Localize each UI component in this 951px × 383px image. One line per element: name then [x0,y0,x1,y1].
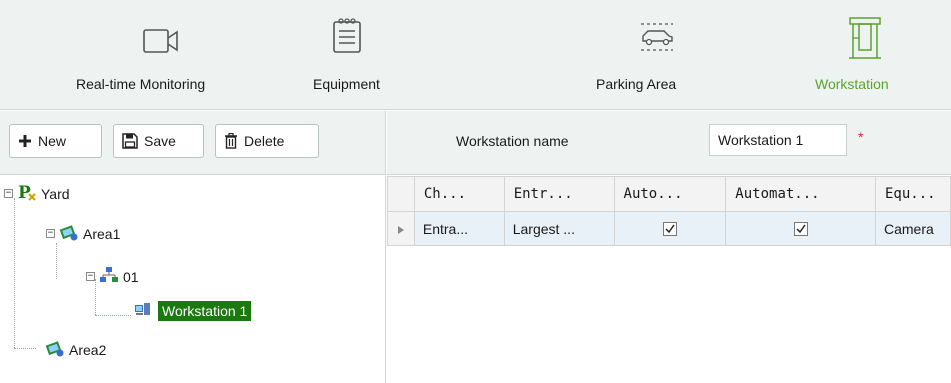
tree-node-label: Area1 [83,225,121,242]
trash-icon [224,133,238,149]
checkbox-checked[interactable] [793,221,808,236]
area-icon [59,222,79,245]
tree-actions-bar: New Save Delete [0,111,386,175]
row-header-corner [387,176,415,212]
required-marker: * [858,129,864,145]
tree-node-label: 01 [123,268,139,285]
column-header[interactable]: Equ... [875,176,951,212]
tree-node-01[interactable]: − 01 [86,265,139,288]
checkmark-icon [665,224,675,233]
table-cell[interactable]: Camera [875,211,951,246]
column-header[interactable]: Ch... [413,176,505,212]
delete-button[interactable]: Delete [215,124,319,158]
computer-icon [134,299,154,322]
table-cell[interactable]: Largest ... [503,211,615,246]
tab-real-time-monitoring[interactable]: Real-time Monitoring [66,0,256,110]
location-tree: − P Yard − Area1 − 01 Workstation 1 Area… [0,176,386,383]
collapse-toggle[interactable]: − [46,229,55,238]
column-header[interactable]: Entr... [503,176,615,212]
collapse-toggle[interactable]: − [4,189,13,198]
tab-workstation[interactable]: Workstation [805,0,925,110]
workstation-booth-icon [847,16,883,63]
column-header[interactable]: Auto... [613,176,727,212]
column-header[interactable]: Automat... [725,176,876,212]
tree-node-yard[interactable]: − P Yard [4,182,70,205]
tab-label: Equipment [313,76,380,92]
tree-node-label-selected: Workstation 1 [158,300,252,321]
tab-label: Real-time Monitoring [76,76,206,92]
area-icon [45,338,65,361]
collapse-toggle[interactable]: − [86,272,95,281]
tab-equipment[interactable]: Equipment [300,0,410,110]
table-cell-checkbox[interactable] [725,211,876,246]
tree-node-area2[interactable]: Area2 [36,338,106,361]
network-icon [99,265,119,288]
plus-icon [18,134,32,148]
channel-grid: Ch... Entr... Auto... Automat... Equ... … [387,176,951,383]
delete-button-label: Delete [244,133,285,149]
floppy-disk-icon [122,133,138,149]
tree-node-workstation-1[interactable]: Workstation 1 [134,299,252,322]
table-row[interactable]: Entra... Largest ... Camera [387,211,951,246]
yard-icon: P [17,182,37,205]
video-camera-icon [142,27,180,58]
tree-node-label: Area2 [69,341,107,358]
workstation-name-label: Workstation name [456,133,569,149]
workstation-form: Workstation name * [387,111,951,175]
tab-label: Parking Area [596,76,677,92]
save-button[interactable]: Save [113,124,204,158]
table-cell[interactable]: Entra... [413,211,505,246]
tree-node-label: Yard [41,185,70,202]
checkbox-checked[interactable] [662,221,677,236]
save-button-label: Save [144,133,176,149]
grid-header-row: Ch... Entr... Auto... Automat... Equ... [387,176,951,212]
table-cell-checkbox[interactable] [613,211,727,246]
tree-node-area1[interactable]: − Area1 [46,222,120,245]
tab-label: Workstation [815,76,889,92]
device-list-icon [332,16,362,57]
tab-parking-area[interactable]: Parking Area [585,0,725,110]
workstation-name-input[interactable] [709,124,847,156]
new-button[interactable]: New [9,124,102,158]
main-toolbar: Real-time Monitoring Equipment Parking A… [0,0,951,110]
new-button-label: New [38,133,67,149]
row-pointer-icon [397,225,404,234]
row-indicator [387,211,415,246]
car-icon [637,22,677,55]
checkmark-icon [796,224,806,233]
